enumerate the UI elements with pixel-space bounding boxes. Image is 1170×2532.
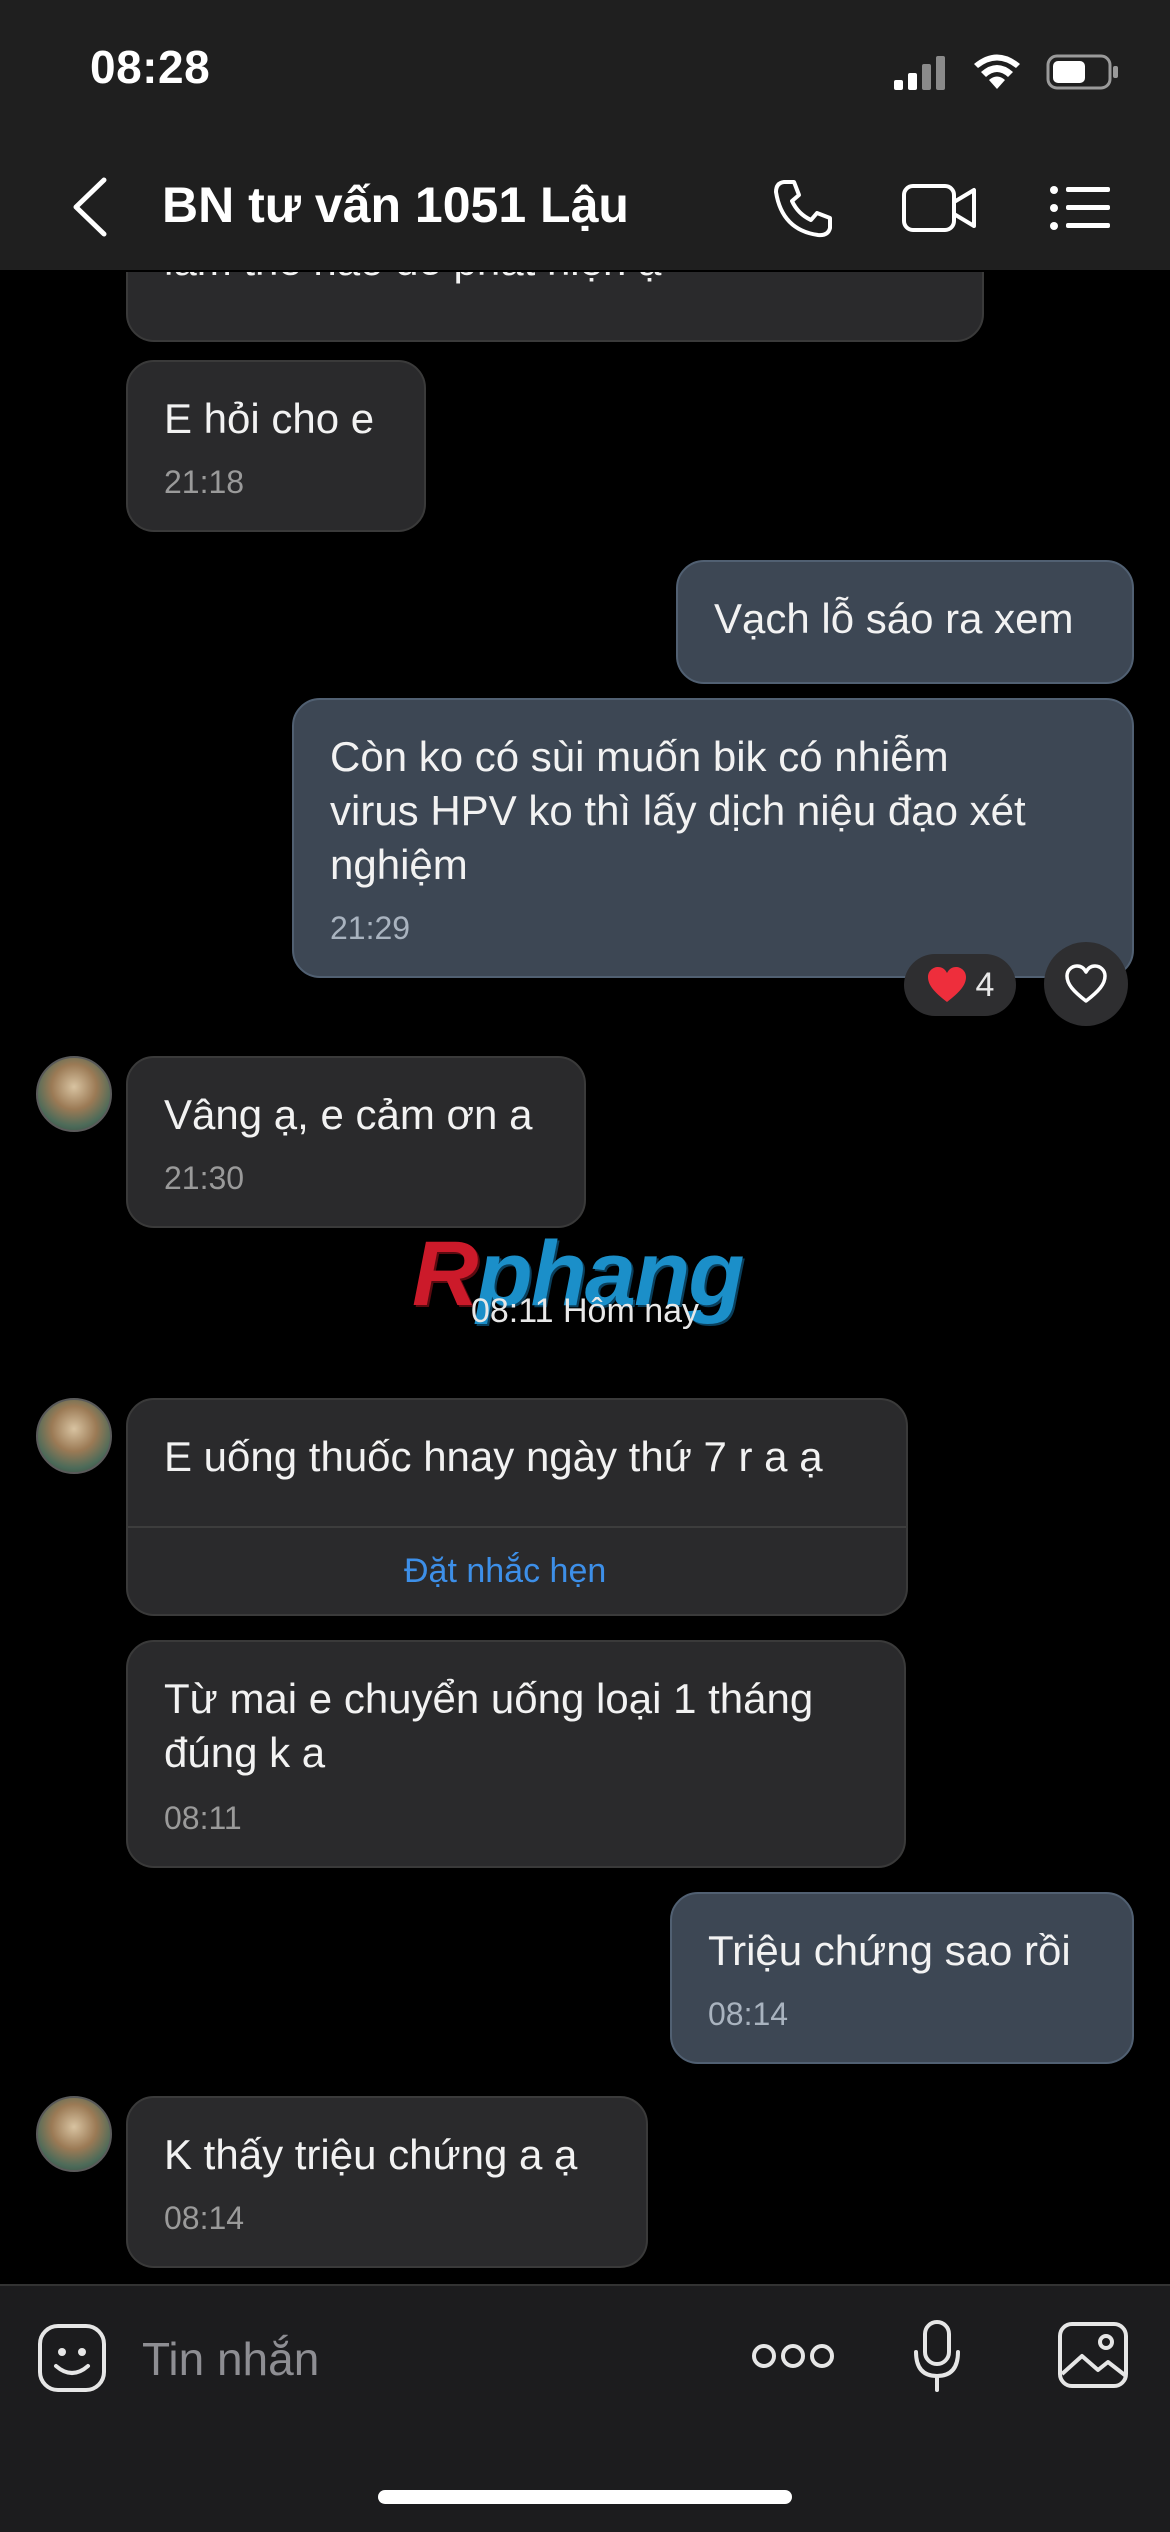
message-bubble[interactable]: Triệu chứng sao rồi 08:14	[670, 1892, 1134, 2064]
message-text: Triệu chứng sao rồi	[708, 1927, 1071, 1974]
message-time: 08:11	[164, 1800, 242, 1836]
message-text: Vâng ạ, e cảm ơn a	[164, 1091, 533, 1138]
menu-list-icon[interactable]	[1048, 176, 1112, 240]
message-bubble[interactable]: E hỏi cho e 21:18	[126, 360, 426, 532]
message-text: E uống thuốc hnay ngày thứ 7 r a ạ	[164, 1433, 823, 1480]
message-bubble[interactable]: Từ mai e chuyển uống loại 1 tháng đúng k…	[126, 1640, 906, 1868]
video-call-icon[interactable]	[900, 176, 980, 240]
message-text: Từ mai e chuyển uống loại 1 tháng	[164, 1675, 814, 1722]
message-text: nghiệm	[330, 841, 468, 888]
heart-outline-icon	[1065, 964, 1107, 1003]
set-reminder-link[interactable]: Đặt nhắc hẹn	[404, 1552, 606, 1591]
message-time: 21:29	[330, 910, 411, 946]
message-text: K thấy triệu chứng a ạ	[164, 2131, 578, 2178]
message-bubble[interactable]: K thấy triệu chứng a ạ 08:14	[126, 2096, 648, 2268]
date-separator: 08:11 Hôm nay	[470, 1292, 700, 1330]
wifi-icon	[974, 54, 1020, 89]
reaction-badge[interactable]: 4	[904, 954, 1016, 1016]
message-bubble[interactable]: Còn ko có sùi muốn bik có nhiễm virus HP…	[292, 698, 1134, 978]
image-gallery-icon[interactable]	[1056, 2320, 1130, 2390]
bubble-divider	[128, 1526, 906, 1528]
signal-icon	[894, 56, 945, 90]
message-bubble[interactable]: làm thế nào để phát hiện ạ	[126, 272, 984, 342]
message-text: E hỏi cho e	[164, 395, 375, 442]
message-text: virus HPV ko thì lấy dịch niệu đạo xét	[330, 787, 1026, 834]
input-divider	[0, 2284, 1170, 2286]
sticker-emoji-icon[interactable]	[36, 2322, 108, 2394]
react-button[interactable]	[1044, 942, 1128, 1026]
status-time: 08:28	[90, 41, 211, 93]
avatar[interactable]	[36, 1398, 112, 1474]
message-text: Vạch lỗ sáo ra xem	[714, 595, 1074, 642]
message-text: Còn ko có sùi muốn bik có nhiễm	[330, 733, 949, 780]
message-text: đúng k a	[164, 1729, 326, 1776]
message-text: làm thế nào để phát hiện ạ	[164, 272, 661, 288]
message-time: 21:30	[164, 1160, 245, 1196]
home-indicator	[378, 2490, 792, 2504]
message-bubble[interactable]: E uống thuốc hnay ngày thứ 7 r a ạ Đặt n…	[126, 1398, 908, 1616]
more-options-icon[interactable]	[750, 2338, 836, 2374]
heart-reaction-icon	[927, 967, 966, 1002]
avatar[interactable]	[36, 1056, 112, 1132]
message-time: 08:14	[164, 2200, 245, 2236]
message-bubble[interactable]: Vâng ạ, e cảm ơn a 21:30	[126, 1056, 586, 1228]
battery-icon	[1046, 54, 1118, 90]
avatar[interactable]	[36, 2096, 112, 2172]
status-icons	[892, 52, 1120, 92]
message-bubble[interactable]: Vạch lỗ sáo ra xem	[676, 560, 1134, 684]
microphone-icon[interactable]	[910, 2318, 964, 2394]
message-input[interactable]: Tin nhắn	[142, 2332, 319, 2386]
chat-title[interactable]: BN tư vấn 1051 Lậu	[162, 176, 629, 234]
back-button[interactable]	[60, 170, 120, 244]
phone-call-icon[interactable]	[770, 176, 836, 240]
message-time: 21:18	[164, 464, 245, 500]
reaction-count: 4	[975, 965, 995, 1004]
message-time: 08:14	[708, 1996, 789, 2032]
